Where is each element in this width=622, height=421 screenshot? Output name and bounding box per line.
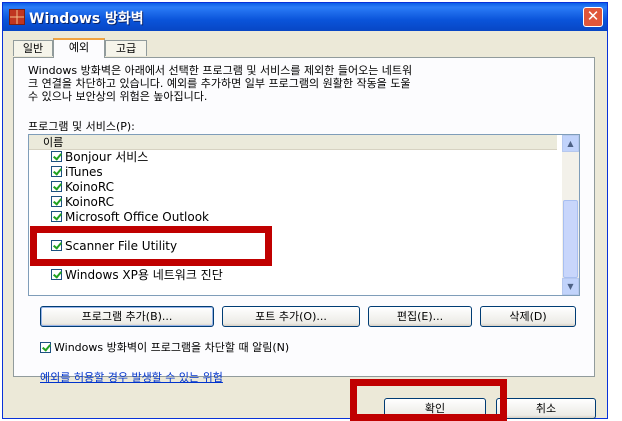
checkbox[interactable] (51, 181, 62, 192)
tab-exceptions[interactable]: 예외 (53, 38, 105, 58)
checkbox[interactable] (51, 211, 62, 222)
list-item-label: Bonjour 서비스 (65, 150, 149, 164)
checkbox[interactable] (51, 269, 62, 280)
add-port-button[interactable]: 포트 추가(O)... (222, 306, 360, 327)
list-item[interactable]: Bonjour 서비스 (51, 150, 148, 165)
firewall-icon (9, 9, 25, 25)
notify-label: Windows 방화벽이 프로그램을 차단할 때 알림(N) (54, 341, 290, 354)
description-line: Windows 방화벽은 아래에서 선택한 프로그램 및 서비스를 제외한 들어… (28, 64, 413, 77)
window-title: Windows 방화벽 (29, 11, 144, 27)
description-line: 수 있으나 보안상의 위험은 높아집니다. (28, 90, 208, 103)
programs-list[interactable]: 이름 Bonjour 서비스 iTunes KoinoRC KoinoRC Mi… (28, 134, 580, 296)
scroll-down-button[interactable]: ▼ (562, 278, 579, 295)
delete-button[interactable]: 삭제(D) (480, 306, 576, 327)
list-item[interactable]: iTunes (51, 165, 103, 180)
tab-advanced[interactable]: 고급 (105, 40, 147, 56)
checkbox[interactable] (51, 196, 62, 207)
list-item[interactable]: Windows XP용 네트워크 진단 (51, 268, 223, 283)
list-item[interactable]: KoinoRC (51, 195, 114, 210)
list-item-label: Microsoft Office Outlook (65, 210, 209, 224)
list-scrollbar[interactable]: ▲ ▼ (562, 135, 579, 295)
list-item-label: KoinoRC (65, 195, 115, 209)
close-button[interactable]: ✕ (583, 7, 603, 27)
highlight-box-ok (350, 379, 507, 421)
checkbox[interactable] (51, 151, 62, 162)
list-item[interactable]: Microsoft Office Outlook (51, 210, 209, 225)
description-line: 크 연결을 차단하고 있습니다. 예외를 추가하면 일부 프로그램의 원활한 작… (28, 77, 411, 90)
description-text: Windows 방화벽은 아래에서 선택한 프로그램 및 서비스를 제외한 들어… (28, 64, 588, 103)
column-header-name[interactable]: 이름 (29, 135, 557, 150)
programs-label: 프로그램 및 서비스(P): (28, 120, 135, 133)
scroll-thumb[interactable] (563, 200, 578, 278)
notify-option[interactable]: Windows 방화벽이 프로그램을 차단할 때 알림(N) (40, 339, 289, 355)
add-program-button[interactable]: 프로그램 추가(B)... (40, 306, 214, 327)
title-bar[interactable]: Windows 방화벽 ✕ (3, 3, 607, 31)
scroll-up-button[interactable]: ▲ (562, 135, 579, 152)
list-item[interactable]: KoinoRC (51, 180, 114, 195)
checkbox[interactable] (51, 166, 62, 177)
notify-checkbox[interactable] (40, 341, 51, 353)
highlight-box-scanner (30, 226, 272, 266)
list-item-label: iTunes (65, 165, 103, 179)
list-item-label: KoinoRC (65, 180, 115, 194)
risk-info-link[interactable]: 예외를 허용할 경우 발생할 수 있는 위험 (40, 369, 223, 385)
edit-button[interactable]: 편집(E)... (368, 306, 472, 327)
cancel-button[interactable]: 취소 (496, 398, 596, 419)
tab-general[interactable]: 일반 (13, 40, 53, 56)
list-item-label: Windows XP용 네트워크 진단 (65, 268, 223, 282)
